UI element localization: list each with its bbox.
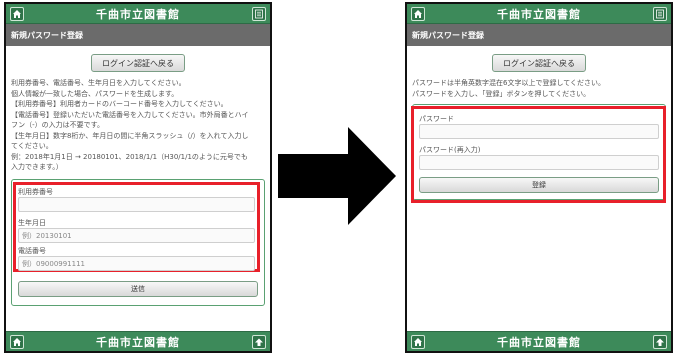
register-button[interactable]: 登録 xyxy=(419,177,659,193)
birth-date-label: 生年月日 xyxy=(18,219,46,227)
app-title: 千曲市立図書館 xyxy=(497,7,581,21)
instruction-line: 【利用券番号】利用者カードのバーコード番号を入力してください。 xyxy=(11,100,228,108)
instructions: パスワードは半角英数字混在6文字以上で登録してください。 パスワードを入力し、「… xyxy=(412,78,666,99)
page-top-button[interactable] xyxy=(252,335,266,349)
instruction-line: パスワードは半角英数字混在6文字以上で登録してください。 xyxy=(412,79,606,87)
submit-button[interactable]: 送信 xyxy=(18,281,258,297)
back-to-login-button[interactable]: ログイン認証へ戻る xyxy=(492,54,586,72)
home-icon xyxy=(13,10,21,18)
back-to-login-button[interactable]: ログイン認証へ戻る xyxy=(91,54,185,72)
password-input[interactable] xyxy=(419,124,659,139)
phone-number-label: 電話番号 xyxy=(18,247,46,255)
home-button[interactable] xyxy=(10,335,24,349)
phone-screen-registration-step2: 千曲市立図書館 新規パスワード登録 ログイン認証へ戻る パスワードは半角英数字混… xyxy=(405,2,673,353)
home-icon xyxy=(13,338,21,346)
page-top-icon xyxy=(255,338,263,346)
page-top-icon xyxy=(656,338,664,346)
instruction-line: 入力できます。） xyxy=(11,163,63,171)
page-content: ログイン認証へ戻る パスワードは半角英数字混在6文字以上で登録してください。 パ… xyxy=(407,46,671,331)
menu-icon xyxy=(656,9,664,19)
home-button[interactable] xyxy=(411,335,425,349)
page-title: 新規パスワード登録 xyxy=(11,30,83,40)
instruction-line: 例：2018年1月1日 → 20180101、2018/1/1（H30/1/1の… xyxy=(11,152,248,161)
instruction-line: 個人情報が一致した場合、パスワードを生成します。 xyxy=(11,89,179,98)
instruction-line: 利用券番号、電話番号、生年月日を入力してください。 xyxy=(11,79,186,87)
app-title: 千曲市立図書館 xyxy=(96,335,180,349)
top-header: 千曲市立図書館 xyxy=(407,4,671,24)
instruction-line: 【電話番号】登録いただいた電話番号を入力してください。市外局番とハイ xyxy=(11,110,249,119)
password-confirm-label: パスワード(再入力) xyxy=(419,146,481,154)
instruction-line: フン（-）の入力は不要です。 xyxy=(11,121,104,129)
instruction-line: てください。 xyxy=(11,142,53,150)
password-confirm-input[interactable] xyxy=(419,155,659,170)
instruction-line: 【生年月日】数字8桁か、年月日の間に半角スラッシュ（/）を入れて入力し xyxy=(11,131,249,140)
phone-number-input[interactable]: 例）09000991111 xyxy=(18,256,255,271)
top-header: 千曲市立図書館 xyxy=(6,4,270,24)
menu-button[interactable] xyxy=(653,7,667,21)
home-button[interactable] xyxy=(411,7,425,21)
page-title: 新規パスワード登録 xyxy=(412,30,484,40)
instruction-line: パスワードを入力し、「登録」ボタンを押してください。 xyxy=(412,89,591,98)
bottom-footer: 千曲市立図書館 xyxy=(407,331,671,351)
card-number-input[interactable] xyxy=(18,197,255,212)
home-icon xyxy=(414,338,422,346)
page-subheader: 新規パスワード登録 xyxy=(6,24,270,46)
right-arrow-icon xyxy=(278,127,396,225)
menu-icon xyxy=(255,9,263,19)
app-title: 千曲市立図書館 xyxy=(497,335,581,349)
page-content: ログイン認証へ戻る 利用券番号、電話番号、生年月日を入力してください。 個人情報… xyxy=(6,46,270,331)
page-top-button[interactable] xyxy=(653,335,667,349)
phone-screen-registration-step1: 千曲市立図書館 新規パスワード登録 ログイン認証へ戻る 利用券番号、電話番号、生… xyxy=(4,2,272,353)
birth-date-input[interactable]: 例）20130101 xyxy=(18,228,255,243)
home-button[interactable] xyxy=(10,7,24,21)
card-number-label: 利用券番号 xyxy=(18,188,53,196)
app-title: 千曲市立図書館 xyxy=(96,7,180,21)
instructions: 利用券番号、電話番号、生年月日を入力してください。 個人情報が一致した場合、パス… xyxy=(11,78,265,173)
page-subheader: 新規パスワード登録 xyxy=(407,24,671,46)
menu-button[interactable] xyxy=(252,7,266,21)
home-icon xyxy=(414,10,422,18)
bottom-footer: 千曲市立図書館 xyxy=(6,331,270,351)
password-label: パスワード xyxy=(419,115,454,123)
